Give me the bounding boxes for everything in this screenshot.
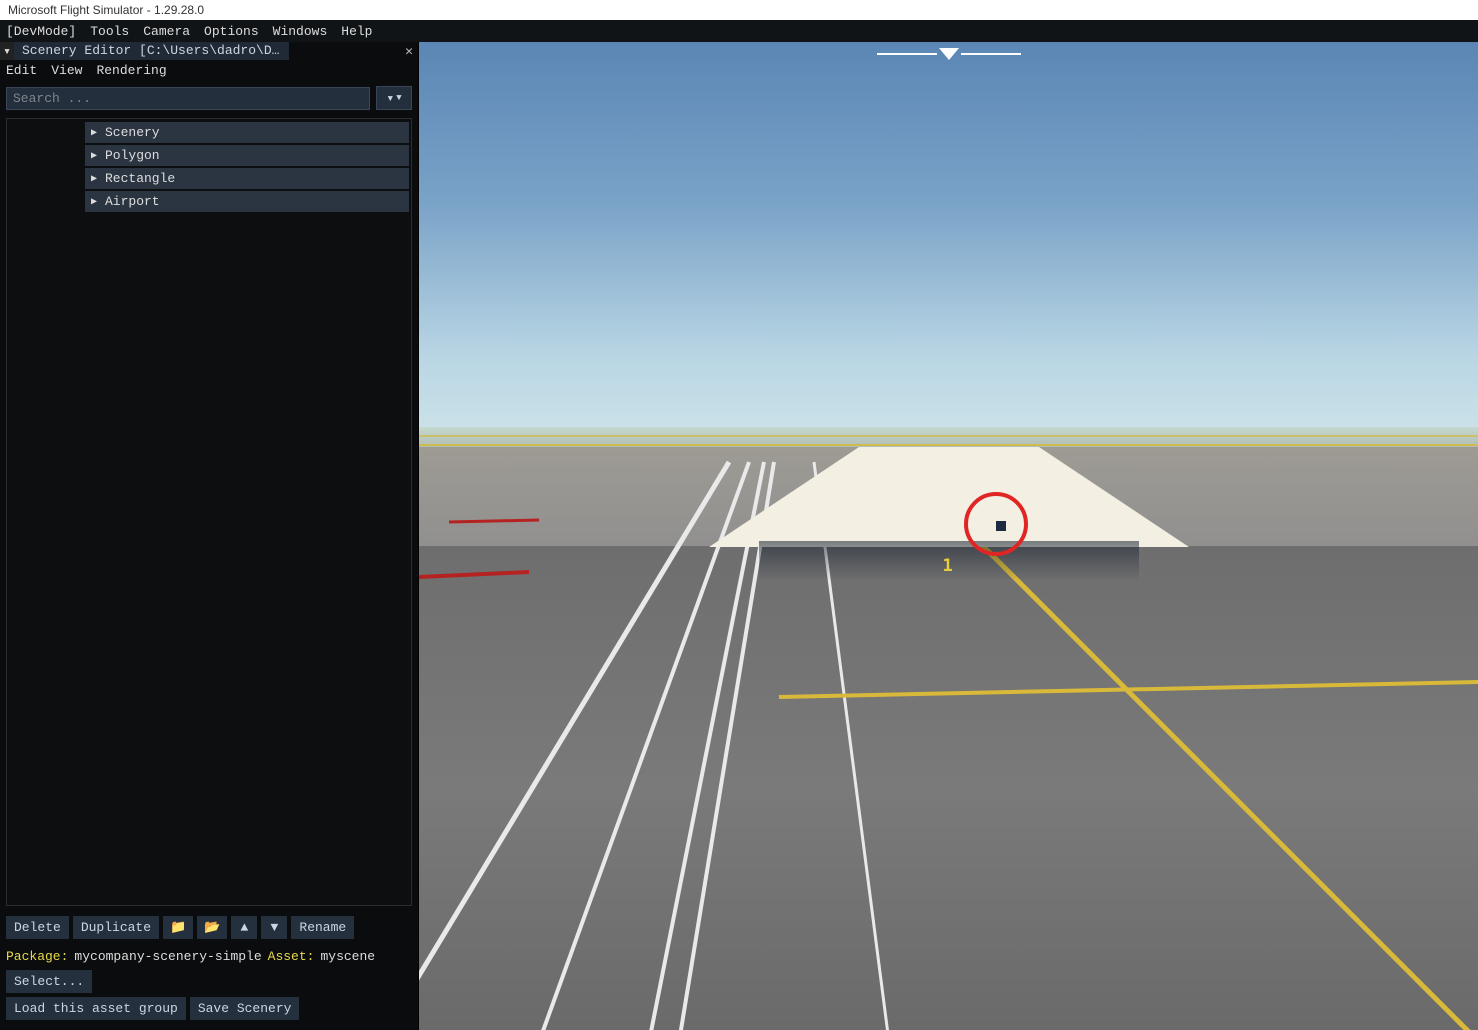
scenery-editor-panel: ▾ Scenery Editor [C:\Users\dadro\Desktop… bbox=[0, 42, 419, 1030]
move-down-button[interactable]: ▼ bbox=[261, 916, 287, 939]
funnel-icon: ▾ bbox=[386, 91, 394, 106]
delete-button[interactable]: Delete bbox=[6, 916, 69, 939]
panel-handle-icon[interactable]: ▾ bbox=[0, 42, 14, 60]
select-asset-button[interactable]: Select... bbox=[6, 970, 92, 993]
close-icon[interactable]: ✕ bbox=[400, 44, 418, 59]
viewport-3d[interactable]: 1 bbox=[419, 42, 1478, 1030]
chevron-right-icon: ▶ bbox=[91, 127, 105, 139]
options-menu[interactable]: Options bbox=[204, 24, 259, 39]
save-scenery-button[interactable]: Save Scenery bbox=[190, 997, 300, 1020]
tree-item-label: Airport bbox=[105, 194, 160, 209]
view-menu[interactable]: View bbox=[51, 63, 82, 78]
hud-bar-right bbox=[961, 53, 1021, 55]
tree-item-scenery[interactable]: ▶ Scenery bbox=[85, 122, 409, 143]
annotation-number: 1 bbox=[943, 556, 953, 576]
tree-item-polygon[interactable]: ▶ Polygon bbox=[85, 145, 409, 166]
folder-plus-icon: 📁 bbox=[170, 920, 186, 935]
devmode-menu[interactable]: [DevMode] bbox=[6, 24, 76, 39]
rename-button[interactable]: Rename bbox=[291, 916, 354, 939]
main-menubar: [DevMode] Tools Camera Options Windows H… bbox=[0, 20, 1478, 42]
panel-title: Scenery Editor [C:\Users\dadro\Desktop\S… bbox=[14, 42, 289, 60]
chevron-down-icon: ▼ bbox=[271, 920, 279, 935]
chevron-right-icon: ▶ bbox=[91, 196, 105, 208]
load-asset-group-button[interactable]: Load this asset group bbox=[6, 997, 186, 1020]
duplicate-button[interactable]: Duplicate bbox=[73, 916, 159, 939]
window-title: Microsoft Flight Simulator - 1.29.28.0 bbox=[0, 0, 1478, 20]
tree-item-airport[interactable]: ▶ Airport bbox=[85, 191, 409, 212]
package-label: Package: bbox=[6, 949, 68, 964]
highlight-circle bbox=[964, 492, 1028, 556]
camera-menu[interactable]: Camera bbox=[143, 24, 190, 39]
tree-item-label: Polygon bbox=[105, 148, 160, 163]
folder-icon: 📂 bbox=[204, 920, 220, 935]
chevron-right-icon: ▶ bbox=[91, 173, 105, 185]
help-menu[interactable]: Help bbox=[341, 24, 372, 39]
open-folder-button[interactable]: 📂 bbox=[197, 916, 227, 939]
new-folder-button[interactable]: 📁 bbox=[163, 916, 193, 939]
rendering-menu[interactable]: Rendering bbox=[96, 63, 166, 78]
edit-menu[interactable]: Edit bbox=[6, 63, 37, 78]
tree-item-rectangle[interactable]: ▶ Rectangle bbox=[85, 168, 409, 189]
asset-label: Asset: bbox=[268, 949, 315, 964]
windows-menu[interactable]: Windows bbox=[273, 24, 328, 39]
filter-button[interactable]: ▾ ▼ bbox=[376, 86, 412, 110]
tree-item-label: Scenery bbox=[105, 125, 160, 140]
search-input[interactable] bbox=[6, 87, 370, 110]
hud-triangle-icon bbox=[939, 48, 959, 60]
chevron-down-icon: ▼ bbox=[396, 93, 401, 103]
hierarchy-tree[interactable]: ▶ Scenery ▶ Polygon ▶ Rectangle ▶ Airpor… bbox=[6, 118, 412, 906]
move-up-button[interactable]: ▲ bbox=[231, 916, 257, 939]
package-value: mycompany-scenery-simple bbox=[74, 949, 261, 964]
panel-submenu: Edit View Rendering bbox=[0, 60, 418, 80]
tree-item-label: Rectangle bbox=[105, 171, 175, 186]
chevron-right-icon: ▶ bbox=[91, 150, 105, 162]
hud-bar-left bbox=[877, 53, 937, 55]
hud-top-indicator[interactable] bbox=[877, 48, 1021, 60]
tools-menu[interactable]: Tools bbox=[90, 24, 129, 39]
asset-value: myscene bbox=[320, 949, 375, 964]
chevron-up-icon: ▲ bbox=[241, 920, 249, 935]
